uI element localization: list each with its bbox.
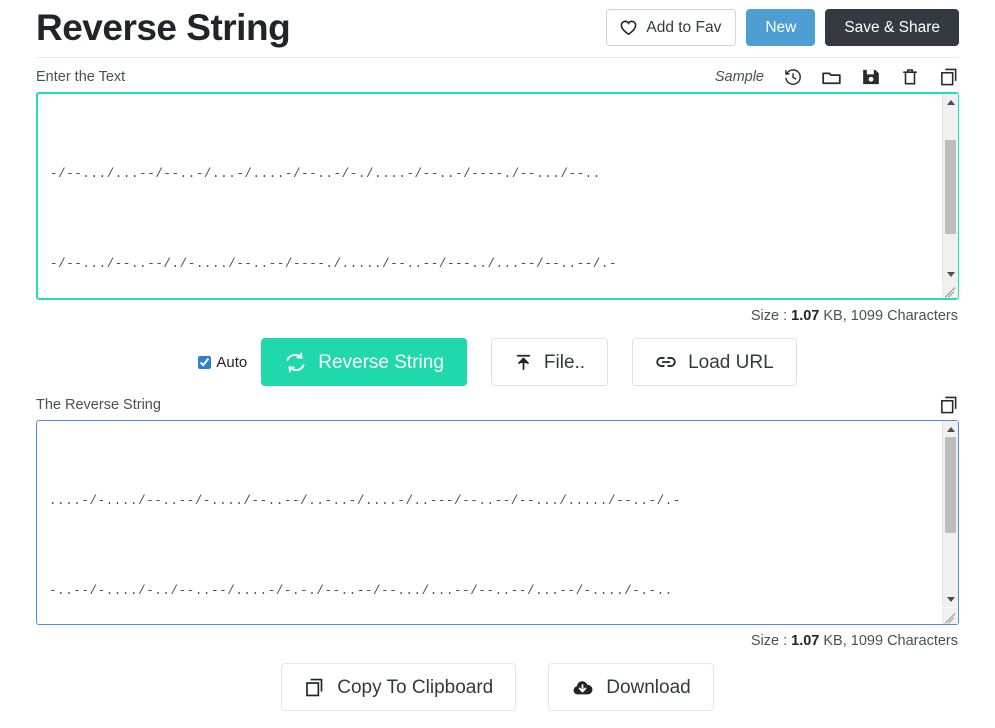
save-and-share-label: Save & Share — [844, 18, 940, 36]
scroll-thumb[interactable] — [945, 437, 956, 533]
copy-icon[interactable] — [938, 395, 959, 416]
page-root: Reverse String Add to Fav New Save & Sha… — [0, 0, 995, 728]
input-size-suffix: KB, 1099 Characters — [819, 308, 958, 324]
upload-icon — [514, 353, 533, 372]
copy-icon[interactable] — [938, 67, 959, 88]
auto-checkbox-wrap[interactable]: Auto — [198, 354, 247, 371]
input-textarea-wrap: -/--.../...--/--..-/...-/....-/--..-/-./… — [36, 92, 959, 300]
input-toolbar: Sample — [715, 67, 959, 88]
refresh-icon — [284, 351, 307, 374]
page-header: Reverse String Add to Fav New Save & Sha… — [36, 0, 959, 58]
save-and-share-button[interactable]: Save & Share — [825, 9, 959, 46]
output-label: The Reverse String — [36, 396, 161, 413]
new-button[interactable]: New — [746, 9, 816, 46]
add-to-fav-label: Add to Fav — [646, 18, 722, 36]
file-button[interactable]: File.. — [490, 338, 609, 386]
output-size-suffix: KB, 1099 Characters — [819, 633, 958, 649]
auto-checkbox[interactable] — [198, 355, 212, 369]
link-icon — [655, 351, 677, 373]
input-size-value: 1.07 — [791, 308, 820, 324]
folder-icon[interactable] — [821, 67, 842, 88]
input-scrollbar[interactable] — [942, 94, 958, 282]
copy-to-clipboard-label: Copy To Clipboard — [337, 676, 494, 698]
input-resize-handle[interactable] — [942, 282, 958, 298]
scroll-track[interactable] — [943, 110, 958, 266]
reverse-string-button[interactable]: Reverse String — [261, 338, 467, 386]
load-url-label: Load URL — [688, 351, 774, 373]
trash-icon[interactable] — [899, 67, 920, 88]
download-label: Download — [606, 676, 691, 698]
bottom-action-bar: Copy To Clipboard Download — [36, 649, 959, 711]
scroll-up-arrow[interactable] — [943, 94, 958, 110]
download-button[interactable]: Download — [548, 663, 714, 711]
output-size-value: 1.07 — [791, 633, 820, 649]
output-label-row: The Reverse String — [36, 386, 959, 420]
input-textarea[interactable]: -/--.../...--/--..-/...-/....-/--..-/-./… — [36, 92, 959, 300]
output-textarea-wrap: ....-/-..../--..--/-..../--..--/..-..-/.… — [36, 420, 959, 625]
copy-icon — [304, 677, 325, 698]
new-label: New — [765, 18, 797, 36]
output-size-prefix: Size : — [750, 633, 792, 649]
reverse-string-label: Reverse String — [318, 351, 444, 373]
scroll-down-arrow[interactable] — [943, 266, 958, 282]
scroll-down-arrow[interactable] — [943, 591, 958, 607]
output-toolbar — [938, 395, 959, 416]
cloud-download-icon — [571, 676, 594, 699]
output-text-line: -..--/-..../-../--..--/....-/-.-./--..--… — [49, 584, 673, 598]
sample-link[interactable]: Sample — [715, 69, 764, 85]
scroll-up-arrow[interactable] — [943, 421, 958, 437]
file-label: File.. — [543, 351, 586, 373]
scroll-thumb[interactable] — [945, 140, 956, 234]
page-title: Reverse String — [36, 7, 291, 48]
output-textarea[interactable]: ....-/-..../--..--/-..../--..--/..-..-/.… — [36, 420, 959, 625]
action-bar: Auto Reverse String File.. Load URL — [36, 324, 959, 386]
input-label: Enter the Text — [36, 68, 126, 85]
scroll-track[interactable] — [943, 437, 958, 591]
input-text-line: -/--.../--..--/./-..../--..--/----./....… — [50, 257, 618, 271]
save-icon[interactable] — [860, 67, 881, 88]
input-text-line: -/--.../...--/--..-/...-/....-/--..-/-./… — [50, 167, 601, 181]
history-icon[interactable] — [782, 67, 803, 88]
output-text-line: ....-/-..../--..--/-..../--..--/..-..-/.… — [49, 494, 681, 508]
input-label-row: Enter the Text Sample — [36, 58, 959, 92]
copy-to-clipboard-button[interactable]: Copy To Clipboard — [281, 663, 517, 711]
auto-label: Auto — [216, 353, 248, 371]
input-size-status: Size : 1.07 KB, 1099 Characters — [36, 300, 959, 324]
input-size-prefix: Size : — [750, 308, 792, 324]
output-resize-handle[interactable] — [942, 608, 958, 624]
header-actions: Add to Fav New Save & Share — [606, 2, 959, 46]
output-scrollbar[interactable] — [942, 421, 958, 607]
add-to-fav-button[interactable]: Add to Fav — [606, 9, 737, 46]
output-size-status: Size : 1.07 KB, 1099 Characters — [36, 625, 959, 649]
heart-icon — [619, 18, 638, 37]
load-url-button[interactable]: Load URL — [632, 338, 797, 386]
